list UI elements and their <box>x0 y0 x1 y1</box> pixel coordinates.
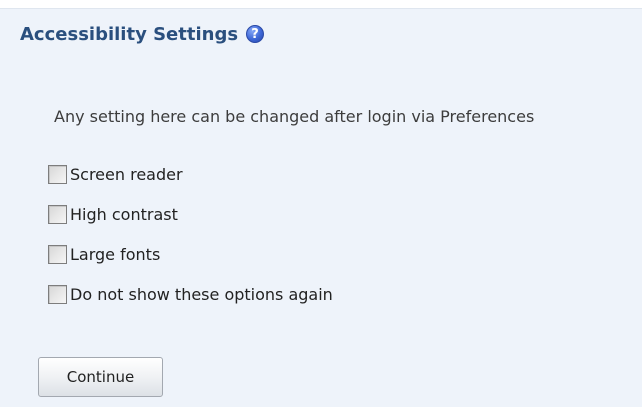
large-fonts-checkbox[interactable] <box>48 244 67 264</box>
screen-reader-checkbox[interactable] <box>48 164 67 184</box>
do-not-show-again-label[interactable]: Do not show these options again <box>70 285 333 304</box>
help-icon[interactable]: ? <box>246 25 265 43</box>
page-title: Accessibility Settings <box>20 23 239 45</box>
continue-button[interactable]: Continue <box>38 357 163 397</box>
option-large-fonts[interactable]: Large fonts <box>48 242 160 266</box>
option-screen-reader[interactable]: Screen reader <box>48 162 183 186</box>
do-not-show-again-checkbox[interactable] <box>48 284 67 304</box>
accessibility-settings-panel: Accessibility Settings ? Any setting her… <box>0 8 642 407</box>
title-row: Accessibility Settings ? <box>20 21 265 47</box>
intro-text: Any setting here can be changed after lo… <box>54 107 535 126</box>
option-do-not-show-again[interactable]: Do not show these options again <box>48 282 333 306</box>
high-contrast-checkbox[interactable] <box>48 204 67 224</box>
screen-reader-label[interactable]: Screen reader <box>70 165 183 184</box>
large-fonts-label[interactable]: Large fonts <box>70 245 160 264</box>
high-contrast-label[interactable]: High contrast <box>70 205 178 224</box>
option-high-contrast[interactable]: High contrast <box>48 202 178 226</box>
